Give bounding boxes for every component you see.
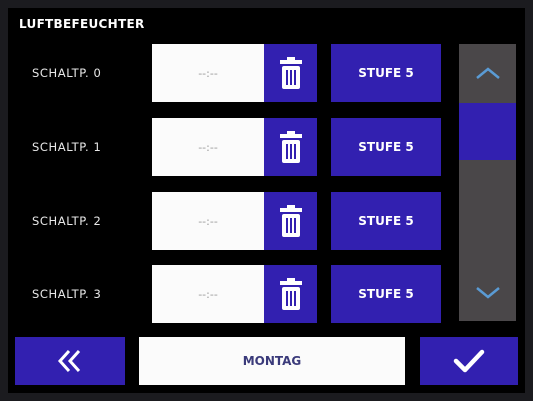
delete-button[interactable] [264,192,317,250]
switch-point-row: SCHALTP. 1 --:-- STUFE 5 [8,118,448,176]
delete-button[interactable] [264,265,317,323]
time-field[interactable]: --:-- [152,192,264,250]
back-button[interactable] [15,337,125,385]
chevron-down-icon [475,286,500,299]
scroll-thumb[interactable] [459,103,516,160]
scrollbar[interactable] [459,44,516,321]
day-selector[interactable]: MONTAG [139,337,405,385]
screen: LUFTBEFEUCHTER SCHALTP. 0 --:-- STUFE 5 … [8,8,525,393]
switch-point-label: SCHALTP. 3 [32,287,102,301]
level-button[interactable]: STUFE 5 [331,265,441,323]
switch-point-row: SCHALTP. 3 --:-- STUFE 5 [8,265,448,323]
time-field[interactable]: --:-- [152,118,264,176]
level-button[interactable]: STUFE 5 [331,192,441,250]
delete-button[interactable] [264,44,317,102]
delete-button[interactable] [264,118,317,176]
trash-icon [279,131,302,163]
scroll-down-button[interactable] [459,264,516,321]
time-field[interactable]: --:-- [152,44,264,102]
chevron-up-icon [475,66,500,79]
checkmark-icon [453,349,485,373]
switch-point-row: SCHALTP. 0 --:-- STUFE 5 [8,44,448,102]
page-title: LUFTBEFEUCHTER [19,17,145,31]
double-chevron-left-icon [57,349,81,373]
time-field[interactable]: --:-- [152,265,264,323]
level-button[interactable]: STUFE 5 [331,44,441,102]
trash-icon [279,57,302,89]
confirm-button[interactable] [420,337,518,385]
switch-point-label: SCHALTP. 2 [32,214,102,228]
switch-point-label: SCHALTP. 1 [32,140,102,154]
scroll-up-button[interactable] [459,44,516,101]
level-button[interactable]: STUFE 5 [331,118,441,176]
switch-point-row: SCHALTP. 2 --:-- STUFE 5 [8,192,448,250]
switch-point-label: SCHALTP. 0 [32,66,102,80]
trash-icon [279,205,302,237]
trash-icon [279,278,302,310]
